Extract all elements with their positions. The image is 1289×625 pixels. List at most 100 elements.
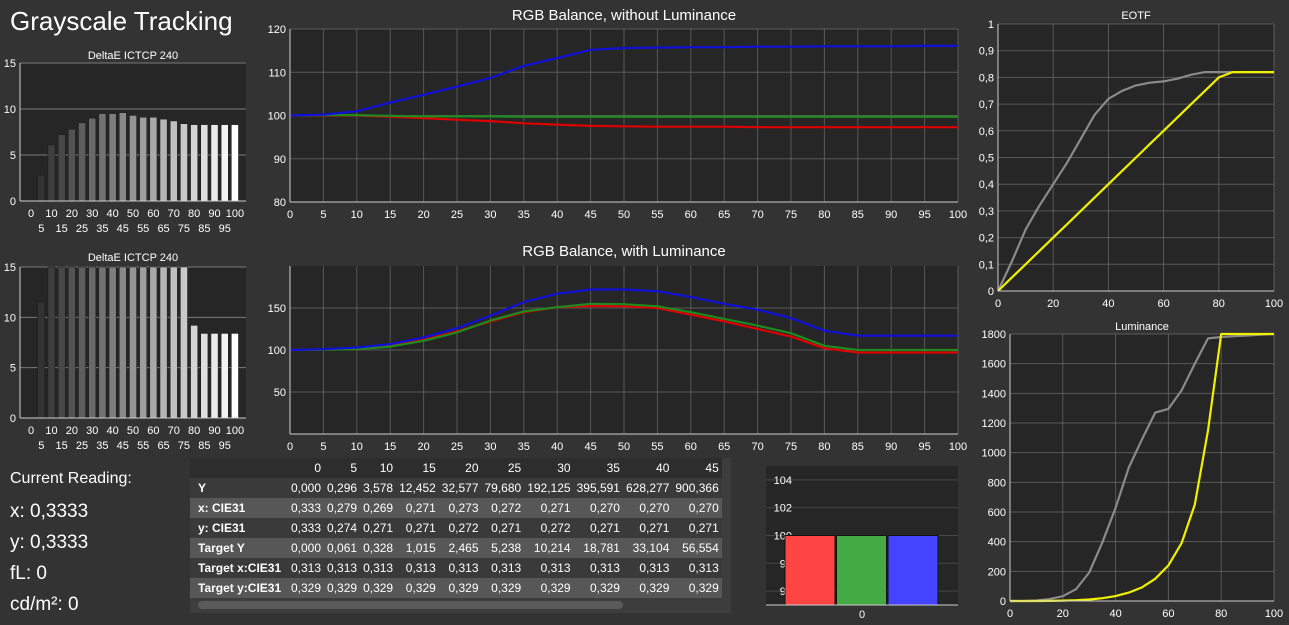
table-cell: 32,577 <box>438 478 482 498</box>
table-row-label: Target x:CIE31 <box>190 558 288 578</box>
deltae1-xtick-label: 0 <box>28 208 34 220</box>
table-cell: 0,270 <box>573 498 623 518</box>
rgbbars-bar <box>836 535 887 606</box>
table-cell: 0,313 <box>396 558 439 578</box>
deltae1-title: DeltaE ICTCP 240 <box>88 50 178 62</box>
table-cell: 1,015 <box>396 538 439 558</box>
eotf-ytick-label: 0,8 <box>979 72 994 84</box>
deltae2-bar <box>231 333 239 419</box>
deltae2-bar <box>47 266 56 419</box>
deltae1-bar <box>37 174 46 202</box>
deltae2-bar <box>200 333 209 419</box>
rgb2-ytick-label: 50 <box>274 387 286 399</box>
deltae2-bar <box>190 325 198 419</box>
table-cell: 0,271 <box>396 498 439 518</box>
eotf-xtick-label: 40 <box>1102 298 1114 310</box>
rgb1-xtick-label: 0 <box>287 209 293 221</box>
deltae1-ytick-label: 15 <box>4 58 16 70</box>
table-cell: 0,329 <box>360 578 397 598</box>
luminance-title: Luminance <box>1115 321 1169 333</box>
table-cell: 0,279 <box>324 498 361 518</box>
rgb2-xtick-label: 30 <box>484 441 496 453</box>
table-cell: 0,273 <box>438 498 482 518</box>
deltae1-xtick-label: 60 <box>147 208 159 220</box>
deltae2-bar <box>68 266 76 419</box>
luminance-ytick-label: 1000 <box>982 448 1006 460</box>
rgb1-xtick-label: 90 <box>885 209 897 221</box>
deltae1-bar <box>139 117 148 202</box>
deltae2-bar <box>159 266 168 419</box>
rgbbars-bar <box>784 535 836 606</box>
table-cell: 0,271 <box>622 518 673 538</box>
rgb1-xtick-label: 20 <box>417 209 429 221</box>
table-horizontal-scrollbar[interactable] <box>198 601 623 609</box>
rgb2-xtick-label: 45 <box>584 441 596 453</box>
luminance-xtick-label: 20 <box>1057 608 1069 620</box>
rgb1-xtick-label: 75 <box>785 209 797 221</box>
luminance-ytick-label: 1400 <box>982 388 1006 400</box>
luminance-ytick-label: 200 <box>988 566 1006 578</box>
deltae2-bar <box>37 301 46 419</box>
rgb2-xtick-label: 60 <box>685 441 697 453</box>
deltae1-ytick-label: 10 <box>4 104 16 116</box>
deltae1-bar <box>220 124 229 202</box>
rgb1-ytick-label: 90 <box>274 154 286 166</box>
deltae2-xtick-label: 70 <box>168 425 180 437</box>
rgb1-xtick-label: 100 <box>949 209 967 221</box>
rgb2-xtick-label: 50 <box>618 441 630 453</box>
rgb1-xtick-label: 60 <box>685 209 697 221</box>
table-cell: 0,000 <box>288 478 325 498</box>
deltae2-bar <box>180 266 188 419</box>
rgb2-xtick-label: 95 <box>918 441 930 453</box>
table-cell: 0,333 <box>288 518 325 538</box>
deltae1-xtick-label: 75 <box>178 223 190 235</box>
table-row: y: CIE31 0,333 0,274 0,271 0,271 0,272 0,271 0,… <box>190 518 722 538</box>
eotf-xtick-label: 100 <box>1265 298 1283 310</box>
deltae2-xtick-label: 15 <box>56 440 68 452</box>
rgbbars-bar <box>887 535 939 606</box>
current-reading-panel: Current Reading: x: 0,3333 y: 0,3333 fL:… <box>10 468 132 620</box>
rgb1-xtick-label: 35 <box>518 209 530 221</box>
deltae1-xtick-label: 95 <box>219 223 231 235</box>
measurement-table[interactable]: 0 5 10 15 20 25 30 35 40 45 Y 0,000 0,296 3,578 12,45… <box>190 458 731 613</box>
table-cell: 0,296 <box>324 478 361 498</box>
deltae1-bar <box>118 112 127 202</box>
deltae1-xtick-label: 30 <box>86 208 98 220</box>
rgbbars-ytick-label: 104 <box>774 475 792 487</box>
deltae1-bar <box>78 122 86 202</box>
deltae1-bar <box>210 124 219 202</box>
reading-cdm2: cd/m²: 0 <box>10 594 79 615</box>
table-col-header: 25 <box>481 458 525 478</box>
table-row-label: y: CIE31 <box>190 518 288 538</box>
table-row: x: CIE31 0,333 0,279 0,269 0,271 0,273 0,272 0,… <box>190 498 722 518</box>
table-cell: 2,465 <box>438 538 482 558</box>
deltae2-bar <box>220 333 229 419</box>
table-col-header: 5 <box>324 458 361 478</box>
deltae1-bar <box>129 115 137 202</box>
table-cell: 0,313 <box>288 558 325 578</box>
deltae2-xtick-label: 30 <box>86 425 98 437</box>
table-cell: 0,269 <box>360 498 397 518</box>
deltae2-bar <box>149 266 158 419</box>
deltae2-bar <box>169 266 178 419</box>
table-cell: 0,272 <box>438 518 482 538</box>
table-row-label: x: CIE31 <box>190 498 288 518</box>
luminance-ytick-label: 1800 <box>982 329 1006 341</box>
table-cell: 33,104 <box>622 538 673 558</box>
rgb1-ytick-label: 80 <box>274 197 286 209</box>
deltae2-xtick-label: 85 <box>198 440 210 452</box>
deltae1-bar <box>57 134 66 202</box>
deltae1-xtick-label: 50 <box>127 208 139 220</box>
deltae2-xtick-label: 50 <box>127 425 139 437</box>
table-cell: 0,061 <box>324 538 361 558</box>
deltae1-bar <box>108 113 117 202</box>
deltae1-bar <box>68 128 76 202</box>
deltae1-xtick-label: 70 <box>168 208 180 220</box>
luminance-xtick-label: 100 <box>1265 608 1283 620</box>
deltae2-xtick-label: 5 <box>38 440 44 452</box>
rgb2-xtick-label: 85 <box>852 441 864 453</box>
eotf-ytick-label: 0,5 <box>979 153 994 165</box>
eotf-ytick-label: 0,9 <box>979 46 994 58</box>
rgb2-xtick-label: 25 <box>451 441 463 453</box>
table-cell: 0,313 <box>573 558 623 578</box>
